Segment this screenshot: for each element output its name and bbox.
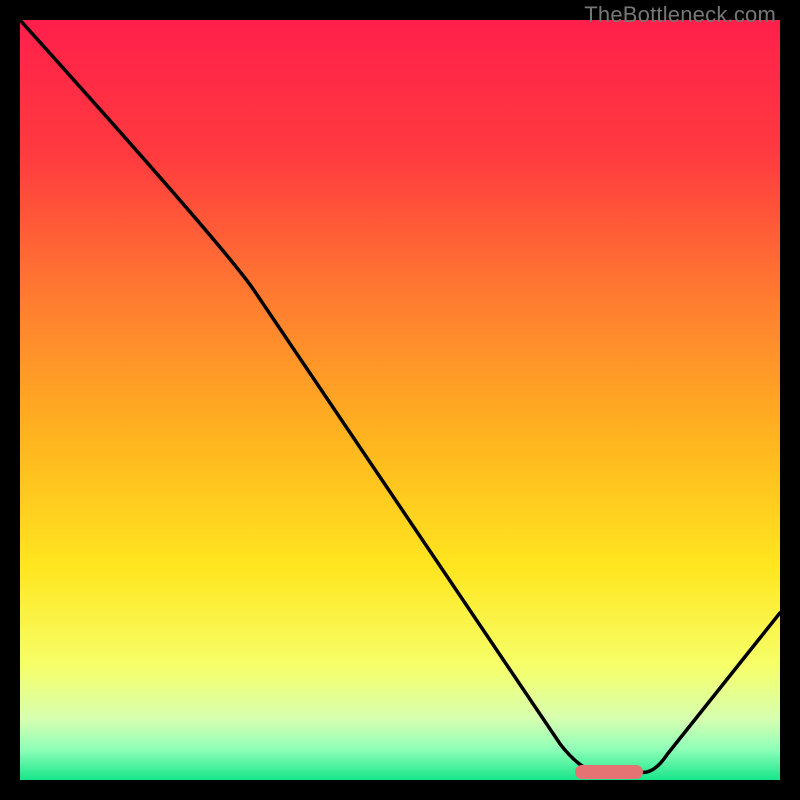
background-gradient [20,20,780,780]
plot-area [20,20,780,780]
optimal-range-marker [575,765,643,779]
watermark-text: TheBottleneck.com [584,2,776,28]
chart-frame [20,20,780,780]
